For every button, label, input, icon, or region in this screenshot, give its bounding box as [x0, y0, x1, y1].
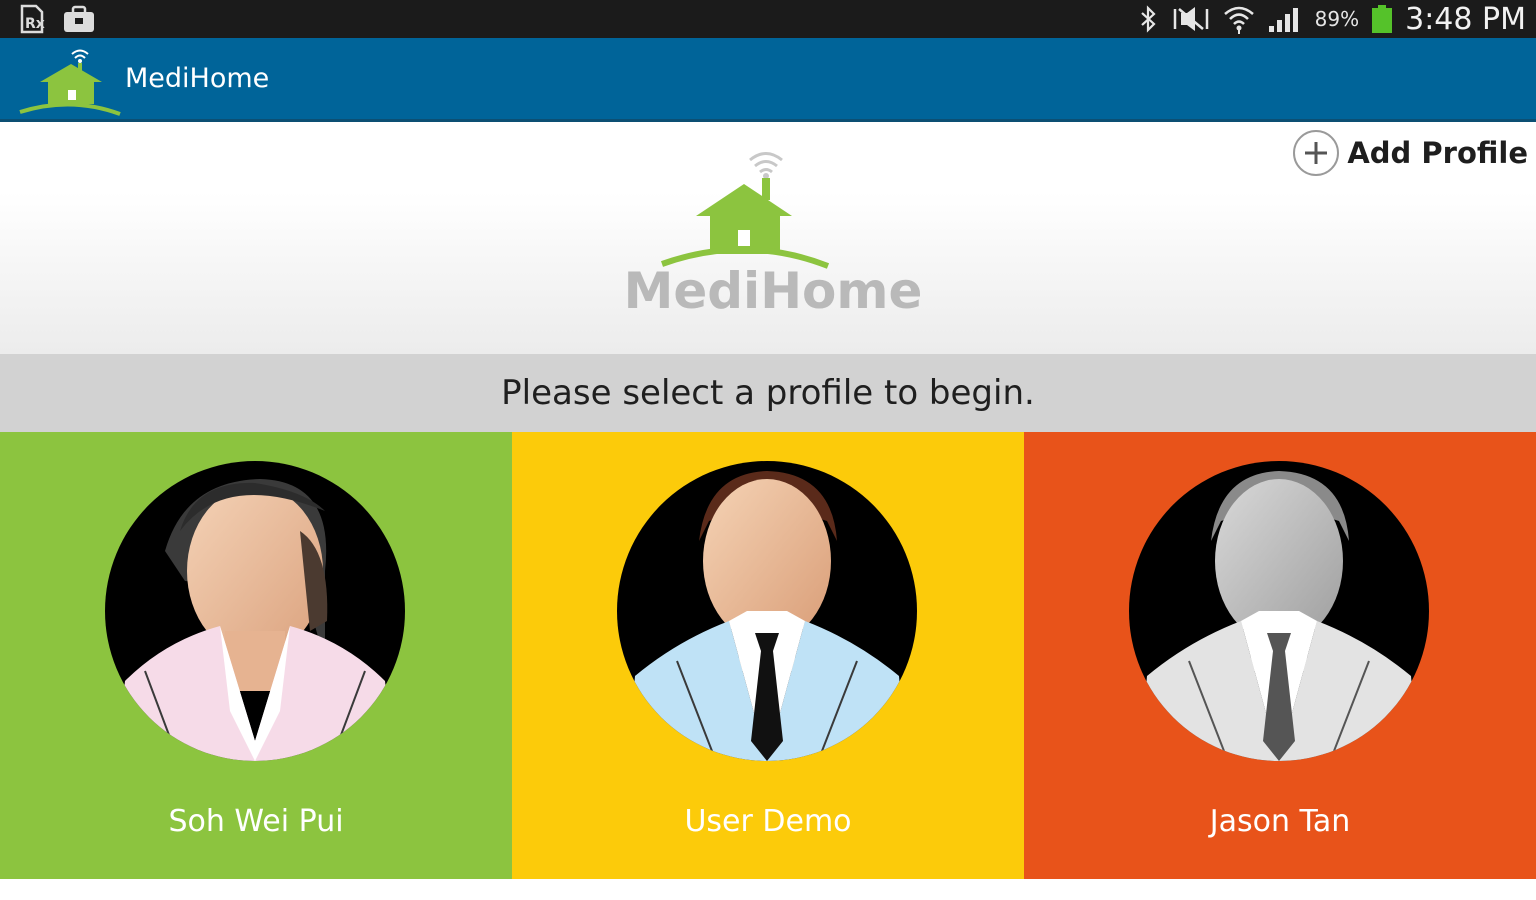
add-profile-label: Add Profile — [1347, 136, 1528, 170]
female-avatar — [105, 461, 405, 761]
clock: 3:48 PM — [1405, 1, 1526, 37]
system-icons: 89% 3:48 PM — [1139, 0, 1526, 38]
medihome-logo-icon[interactable] — [18, 44, 124, 116]
male-avatar-grey-icon — [1129, 461, 1429, 761]
battery-icon — [1372, 5, 1393, 33]
action-bar: MediHome — [0, 38, 1536, 122]
profile-tile-user-demo[interactable]: User Demo — [512, 432, 1024, 879]
profile-name: Soh Wei Pui — [168, 804, 344, 839]
brand-name: MediHome — [623, 262, 923, 320]
battery-percent: 89% — [1314, 7, 1360, 31]
signal-icon — [1268, 8, 1298, 32]
profile-name: User Demo — [684, 804, 852, 839]
bottom-margin — [0, 879, 1536, 900]
prompt-text: Please select a profile to begin. — [501, 373, 1035, 413]
app-title: MediHome — [125, 63, 270, 94]
mute-icon — [1173, 7, 1208, 31]
profile-tile-soh-wei-pui[interactable]: Soh Wei Pui — [0, 432, 512, 879]
prescription-notification-icon: Rx — [20, 4, 45, 34]
profile-tile-jason-tan[interactable]: Jason Tan — [1024, 432, 1536, 879]
app-screen: Rx 89% 3:48 PM MediHome Add Profile Medi… — [0, 0, 1536, 900]
notification-icons: Rx — [18, 4, 96, 34]
profile-grid: Soh Wei Pui User Demo Jason Tan — [0, 432, 1536, 879]
profile-name: Jason Tan — [1209, 804, 1351, 839]
briefcase-notification-icon — [64, 5, 94, 32]
bluetooth-icon — [1140, 5, 1156, 33]
medihome-house-logo — [660, 152, 830, 269]
status-bar: Rx 89% 3:48 PM — [0, 0, 1536, 38]
male-avatar-color-icon — [617, 461, 917, 761]
brand-header: Add Profile MediHome — [0, 122, 1536, 354]
svg-text:Rx: Rx — [25, 16, 45, 32]
prompt-bar: Please select a profile to begin. — [0, 354, 1536, 432]
wifi-icon — [1223, 6, 1254, 34]
plus-circle-icon — [1293, 130, 1340, 176]
add-profile-button[interactable]: Add Profile — [1293, 130, 1528, 176]
